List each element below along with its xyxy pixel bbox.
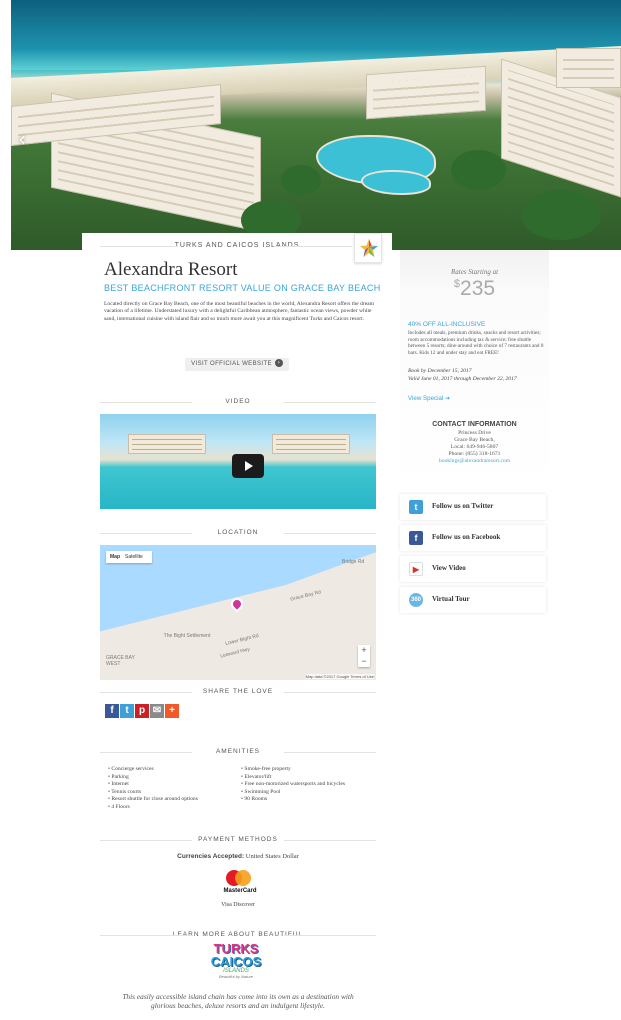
closing-text: This easily accessible island chain has … (122, 992, 354, 1010)
view-special-link[interactable]: View Special ➔ (408, 395, 450, 402)
currencies-accepted: Currencies Accepted: United States Dolla… (100, 853, 376, 860)
payment-section-title: PAYMENT METHODS (100, 836, 376, 843)
hero-image (11, 0, 621, 250)
pinterest-share-icon[interactable]: p (135, 704, 149, 718)
zoom-out-button[interactable]: − (358, 656, 370, 667)
location-section-title: LOCATION (100, 529, 376, 536)
facebook-share-icon[interactable]: f (105, 704, 119, 718)
amenity-item: 4 Floors (108, 804, 241, 812)
share-section-title: SHARE THE LOVE (100, 688, 376, 695)
zoom-in-button[interactable]: + (358, 645, 370, 656)
rates-price: $235 (453, 277, 496, 300)
special-description: Includes all meals, premium drinks, snac… (408, 330, 544, 356)
location-map[interactable]: Map Satellite Grace Bay Rd The Bight Sett… (100, 545, 376, 680)
facebook-icon: f (409, 531, 423, 545)
contact-email-link[interactable]: bookings@alexandraresort.com (400, 458, 549, 465)
currency-value: United States Dollar (245, 853, 299, 860)
amenity-item: Swimming Pool (241, 789, 374, 797)
play-icon[interactable] (232, 454, 264, 478)
star-award-icon (354, 233, 382, 263)
youtube-icon: ▶ (409, 562, 423, 576)
amenity-item: Resort shuttle for close around options (108, 796, 241, 804)
email-share-icon[interactable]: ✉ (150, 704, 164, 718)
rates-label: Rates Starting at (450, 268, 499, 276)
amenity-item: Elevator/lift (241, 774, 374, 782)
video-section-title: VIDEO (100, 398, 376, 405)
map-label: The Bight Settlement (163, 633, 211, 639)
resort-description: Located directly on Grace Bay Beach, one… (104, 301, 375, 322)
amenities-list: Concierge services Parking Internet Tenn… (108, 766, 378, 812)
turks-caicos-logo[interactable]: TURKS CAICOS ISLANDS Beautiful by Nature (205, 942, 267, 986)
map-zoom-control[interactable]: + − (358, 645, 370, 667)
map-type-map[interactable]: Map (110, 554, 120, 560)
view-video-button[interactable]: ▶ View Video (400, 556, 546, 582)
map-label: Bridge Rd (342, 559, 365, 565)
special-valid-dates: Valid June 01, 2017 through December 22,… (408, 376, 517, 382)
amenities-section-title: AMENITIES (100, 748, 376, 755)
mastercard-label: MasterCard (223, 888, 257, 894)
twitter-icon: t (409, 500, 423, 514)
resort-tagline: BEST BEACHFRONT RESORT VALUE ON GRACE BA… (104, 283, 381, 293)
learn-more-section-title: LEARN MORE ABOUT BEAUTIFUL (100, 931, 376, 938)
arrow-right-icon: › (274, 359, 283, 368)
amenity-item: Parking (108, 774, 241, 782)
more-share-icon[interactable]: + (165, 704, 179, 718)
rates-panel: Rates Starting at $235 40% OFF ALL-INCLU… (400, 250, 549, 486)
twitter-share-icon[interactable]: t (120, 704, 134, 718)
virtual-tour-button[interactable]: 360 Virtual Tour (400, 587, 546, 613)
amenity-item: Internet (108, 781, 241, 789)
arrow-right-icon: ➔ (445, 395, 451, 402)
visit-website-button[interactable]: VISIT OFFICIAL WEBSITE › (185, 358, 289, 371)
hero-prev-icon[interactable]: ‹ (18, 128, 40, 150)
contact-details: Princess Drive Grace Bay Beach, Local: 6… (400, 430, 549, 465)
video-player[interactable] (100, 414, 376, 509)
amenity-item: Concierge services (108, 766, 241, 774)
360-tour-icon: 360 (409, 593, 423, 607)
special-book-by: Book by December 15, 2017 (408, 368, 472, 374)
special-title: 40% OFF ALL-INCLUSIVE (408, 321, 486, 328)
twitter-follow-button[interactable]: t Follow us on Twitter (400, 494, 546, 520)
facebook-follow-button[interactable]: f Follow us on Facebook (400, 525, 546, 551)
share-buttons: f t p ✉ + (105, 704, 179, 718)
contact-title: CONTACT INFORMATION (432, 421, 517, 428)
mastercard-icon (226, 870, 251, 886)
amenity-item: Smoke-free property (241, 766, 374, 774)
resort-name: Alexandra Resort (104, 259, 238, 280)
map-type-satellite[interactable]: Satellite (125, 554, 143, 560)
amenity-item: 90 Rooms (241, 796, 374, 804)
map-attribution[interactable]: Map data ©2017 Google Terms of Use (305, 674, 374, 679)
map-type-toggle[interactable]: Map Satellite (106, 551, 152, 563)
map-label: GRACE BAY WEST (106, 655, 135, 667)
currency-label: Currencies Accepted: (177, 853, 245, 860)
other-cards: Visa Discover (221, 902, 255, 908)
resort-overview: TURKS AND CAICOS ISLANDS Alexandra Resor… (82, 233, 392, 413)
amenity-item: Free non-motorized watersports and bicyc… (241, 781, 374, 789)
region-label: TURKS AND CAICOS ISLANDS (82, 242, 392, 249)
visit-website-label: VISIT OFFICIAL WEBSITE (191, 361, 272, 367)
